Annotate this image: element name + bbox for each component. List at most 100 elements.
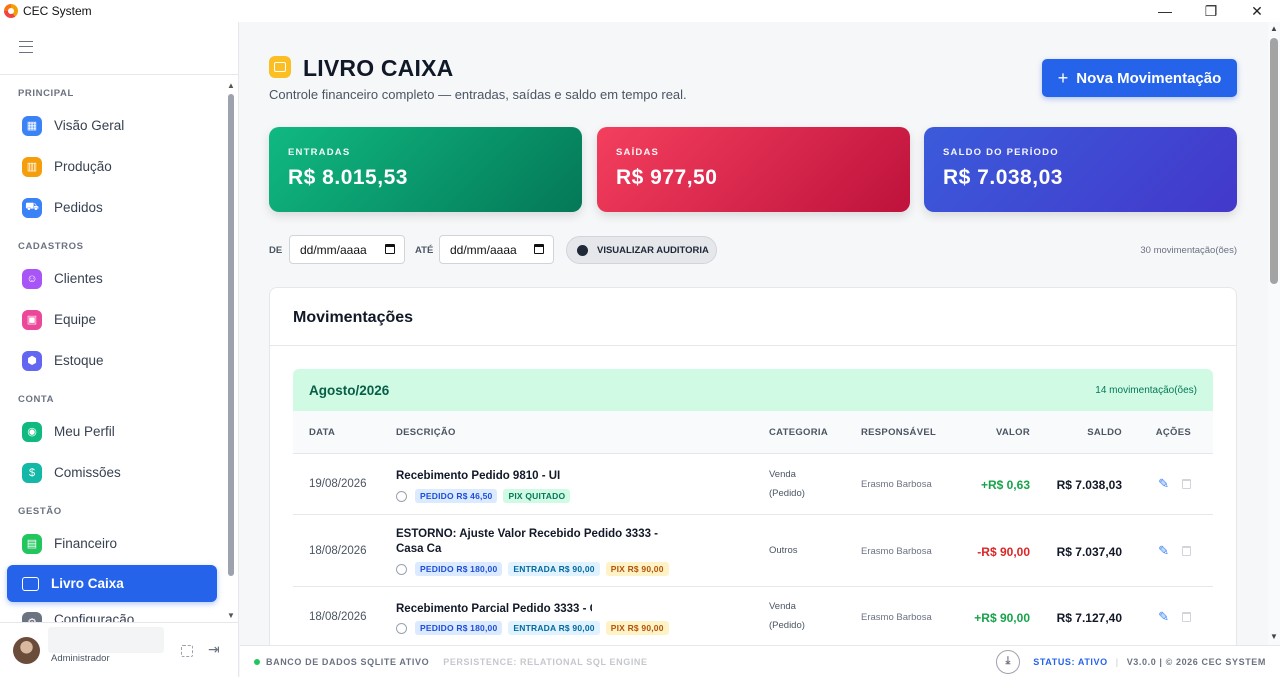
sidebar-item-label: Pedidos xyxy=(54,200,103,215)
scroll-down-icon[interactable]: ▼ xyxy=(1270,632,1278,641)
main-scrollbar[interactable]: ▲ ▼ xyxy=(1268,22,1280,645)
section-principal: PRINCIPAL xyxy=(18,88,74,99)
row-value: -R$ 90,00 xyxy=(977,545,1030,559)
sidebar-item-financeiro[interactable]: ▤ Financeiro xyxy=(7,525,217,562)
col-saldo: SALDO xyxy=(1087,427,1122,438)
sidebar-item-meu-perfil[interactable]: ◉ Meu Perfil xyxy=(7,413,217,450)
sidebar-item-comissoes[interactable]: $ Comissões xyxy=(7,454,217,491)
close-button[interactable]: ✕ xyxy=(1234,0,1280,22)
edit-icon[interactable]: ✎ xyxy=(1158,543,1169,559)
month-count: 14 movimentação(ões) xyxy=(1095,384,1197,396)
sidebar-item-livro-caixa[interactable]: Livro Caixa xyxy=(7,565,217,602)
table-row[interactable]: 19/08/2026 Recebimento Pedido 9810 - UI … xyxy=(293,453,1213,514)
download-icon[interactable]: ⤓ xyxy=(996,649,1021,674)
menu-toggle-icon[interactable] xyxy=(19,41,33,53)
scroll-up-icon[interactable]: ▲ xyxy=(1270,24,1278,33)
sidebar-scrollbar[interactable]: ▲ ▼ xyxy=(227,82,235,622)
month-name: Agosto/2026 xyxy=(309,382,390,398)
card-value: R$ 8.015,53 xyxy=(288,166,408,189)
info-icon xyxy=(396,622,407,634)
sidebar-item-label: Livro Caixa xyxy=(51,576,124,591)
document-icon: ▤ xyxy=(22,533,42,554)
db-status-text: BANCO DE DADOS SQLITE ATIVO xyxy=(266,656,430,667)
trash-icon[interactable] xyxy=(1182,546,1191,556)
row-date: 18/08/2026 xyxy=(309,545,367,557)
saidas-card: SAÍDAS R$ 977,50 xyxy=(597,127,910,212)
sidebar-item-label: Produção xyxy=(54,159,112,174)
calendar-icon[interactable] xyxy=(385,244,395,254)
row-date: 18/08/2026 xyxy=(309,611,367,623)
tag-badge: PIX R$ 90,00 xyxy=(605,562,669,576)
scroll-up-icon[interactable]: ▲ xyxy=(227,82,235,90)
trash-icon[interactable] xyxy=(1182,479,1191,489)
trash-icon[interactable] xyxy=(1182,612,1191,622)
avatar[interactable] xyxy=(13,637,40,664)
edit-icon[interactable]: ✎ xyxy=(1158,476,1169,492)
sidebar-item-label: Visão Geral xyxy=(54,118,125,133)
from-date-input[interactable]: dd/mm/aaaa xyxy=(289,235,405,264)
col-responsavel: RESPONSÁVEL xyxy=(861,427,937,438)
logout-icon[interactable]: ⇥ xyxy=(208,641,220,658)
page-title: LIVRO CAIXA xyxy=(303,55,454,81)
main-scroll-thumb[interactable] xyxy=(1270,38,1278,284)
wallet-icon xyxy=(269,56,291,78)
sidebar-item-configuracao[interactable]: ⚙ Configuração xyxy=(7,606,217,622)
fullscreen-icon[interactable] xyxy=(181,645,193,657)
sidebar-item-label: Financeiro xyxy=(54,536,118,551)
row-tags: PEDIDO R$ 46,50 PIX QUITADO xyxy=(396,489,576,503)
from-date-placeholder: dd/mm/aaaa xyxy=(300,242,367,257)
sidebar-scroll-thumb[interactable] xyxy=(228,94,234,576)
sidebar-item-visao-geral[interactable]: ▦ Visão Geral xyxy=(7,107,217,144)
row-responsible: Erasmo Barbosa xyxy=(861,612,932,623)
row-tags: PEDIDO R$ 180,00 ENTRADA R$ 90,00 PIX R$… xyxy=(396,621,675,635)
row-category: Outros xyxy=(769,541,798,560)
row-description: Recebimento Parcial Pedido 3333 - Ca xyxy=(396,603,592,615)
audit-toggle-button[interactable]: VISUALIZAR AUDITORIA xyxy=(566,236,717,264)
to-date-input[interactable]: dd/mm/aaaa xyxy=(439,235,554,264)
movements-panel: Movimentações Agosto/2026 14 movimentaçã… xyxy=(269,287,1237,645)
page-subtitle: Controle financeiro completo — entradas,… xyxy=(269,87,687,102)
sidebar-item-label: Estoque xyxy=(54,353,104,368)
row-responsible: Erasmo Barbosa xyxy=(861,479,932,490)
sidebar-item-estoque[interactable]: ⬢ Estoque xyxy=(7,342,217,379)
sidebar-item-equipe[interactable]: ▣ Equipe xyxy=(7,301,217,338)
sidebar-item-pedidos[interactable]: ⛟ Pedidos xyxy=(7,189,217,226)
row-responsible: Erasmo Barbosa xyxy=(861,546,932,557)
section-conta: CONTA xyxy=(18,394,55,405)
user-circle-icon: ◉ xyxy=(22,421,42,442)
table-row[interactable]: 18/08/2026 Recebimento Parcial Pedido 33… xyxy=(293,586,1213,645)
new-movement-label: Nova Movimentação xyxy=(1076,69,1222,87)
col-descricao: DESCRIÇÃO xyxy=(396,427,456,438)
user-name-redacted xyxy=(48,627,164,653)
table-row[interactable]: 18/08/2026 ESTORNO: Ajuste Valor Recebid… xyxy=(293,514,1213,586)
sidebar-item-producao[interactable]: ▥ Produção xyxy=(7,148,217,185)
factory-icon: ▥ xyxy=(22,156,42,177)
row-value: +R$ 90,00 xyxy=(974,611,1030,625)
main-content: LIVRO CAIXA Controle financeiro completo… xyxy=(240,22,1267,645)
tag-badge: PIX QUITADO xyxy=(503,489,571,503)
status-bar: BANCO DE DADOS SQLITE ATIVO PERSISTENCE:… xyxy=(240,645,1280,677)
calendar-icon[interactable] xyxy=(534,244,544,254)
row-category-sub: (Pedido) xyxy=(769,620,805,631)
tag-badge: ENTRADA R$ 90,00 xyxy=(508,621,600,635)
month-group-header[interactable]: Agosto/2026 14 movimentação(ões) xyxy=(293,369,1213,411)
panel-divider xyxy=(270,345,1236,346)
col-valor: VALOR xyxy=(995,427,1030,438)
window-title: CEC System xyxy=(23,4,92,18)
window-controls: — ❐ ✕ xyxy=(1142,0,1280,22)
maximize-button[interactable]: ❐ xyxy=(1188,0,1234,22)
sidebar-item-label: Clientes xyxy=(54,271,103,286)
to-date-placeholder: dd/mm/aaaa xyxy=(450,242,517,257)
users-icon: ☺ xyxy=(22,268,42,289)
row-category: Venda (Pedido) xyxy=(769,465,805,503)
sidebar-item-clientes[interactable]: ☺ Clientes xyxy=(7,260,217,297)
card-value: R$ 7.038,03 xyxy=(943,166,1063,189)
new-movement-button[interactable]: + Nova Movimentação xyxy=(1042,59,1237,97)
scroll-down-icon[interactable]: ▼ xyxy=(227,612,235,620)
edit-icon[interactable]: ✎ xyxy=(1158,609,1169,625)
info-icon xyxy=(396,490,407,502)
row-category-sub: (Pedido) xyxy=(769,488,805,499)
minimize-button[interactable]: — xyxy=(1142,0,1188,22)
tag-badge: PEDIDO R$ 46,50 xyxy=(415,489,498,503)
box-icon: ⬢ xyxy=(22,350,42,371)
